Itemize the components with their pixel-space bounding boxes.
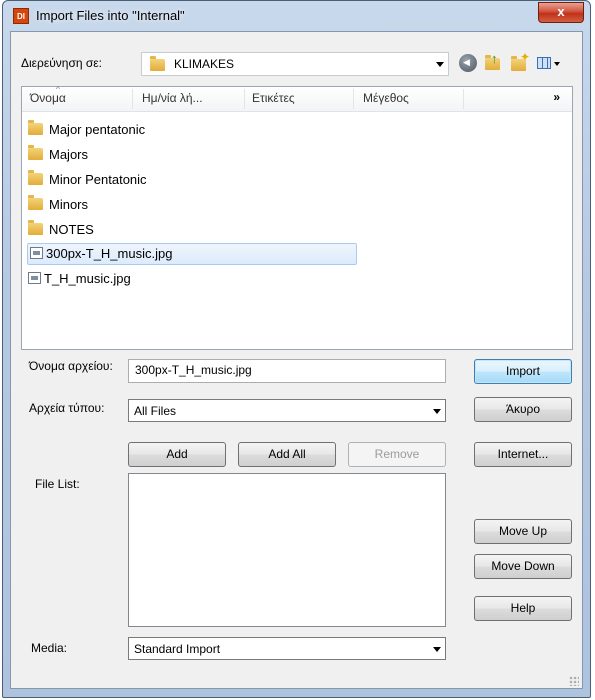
column-name[interactable]: Όνομα [30, 91, 66, 105]
folder-icon [28, 170, 43, 186]
resize-grip-icon[interactable] [569, 676, 579, 686]
item-label: T_H_music.jpg [44, 271, 131, 286]
list-header: Όνομα ^ Ημ/νία λή... Ετικέτες Μέγεθος » [22, 85, 572, 112]
list-item-folder[interactable]: Minors [28, 194, 88, 216]
grid-view-icon [537, 57, 551, 69]
chevron-down-icon [433, 408, 441, 414]
add-all-button[interactable]: Add All [238, 442, 336, 467]
dialog-title: Import Files into "Internal" [36, 8, 185, 23]
more-columns-icon[interactable]: » [553, 90, 560, 104]
arrow-up-icon: ↑ [491, 51, 498, 66]
image-file-icon [28, 272, 41, 285]
folder-icon [28, 145, 43, 161]
filename-label: Όνομα αρχείου: [29, 359, 113, 373]
dialog-body: Διερεύνηση σε: KLIMAKES ↑ ✦ Όνομα ^ Ημ/ν… [10, 31, 583, 689]
title-bar[interactable]: DI Import Files into "Internal" x [3, 1, 590, 31]
column-divider[interactable] [463, 89, 464, 109]
look-in-dropdown[interactable]: KLIMAKES [141, 52, 449, 76]
item-label: Major pentatonic [49, 122, 146, 137]
list-item-folder[interactable]: Major pentatonic [28, 119, 145, 141]
item-label: Minors [49, 197, 89, 212]
item-label: Minor Pentatonic [49, 172, 147, 187]
list-item-folder[interactable]: NOTES [28, 219, 94, 241]
chevron-down-icon [436, 62, 444, 67]
list-item-folder[interactable]: Minor Pentatonic [28, 169, 147, 191]
app-icon: DI [13, 8, 29, 24]
look-in-label: Διερεύνηση σε: [21, 56, 102, 70]
file-browser-list[interactable]: Όνομα ^ Ημ/νία λή... Ετικέτες Μέγεθος » … [21, 85, 573, 350]
filetype-dropdown[interactable]: All Files [128, 399, 446, 422]
column-divider[interactable] [244, 89, 245, 109]
media-value: Standard Import [134, 642, 221, 656]
column-divider[interactable] [353, 89, 354, 109]
sparkle-icon: ✦ [520, 50, 531, 64]
new-folder-icon[interactable]: ✦ [511, 50, 530, 72]
move-up-button[interactable]: Move Up [474, 519, 572, 544]
filename-field[interactable]: 300px-T_H_music.jpg [128, 359, 446, 383]
folder-icon [28, 195, 43, 211]
views-menu-icon[interactable] [537, 54, 561, 72]
media-label: Media: [31, 641, 68, 655]
folder-icon [28, 220, 43, 236]
image-file-icon [30, 247, 43, 260]
sort-caret-icon: ^ [56, 85, 60, 94]
chevron-down-icon [433, 646, 441, 652]
move-down-button[interactable]: Move Down [474, 554, 572, 579]
media-dropdown[interactable]: Standard Import [128, 637, 446, 660]
column-tags[interactable]: Ετικέτες [252, 91, 295, 105]
internet-button[interactable]: Internet... [474, 442, 572, 467]
add-button[interactable]: Add [128, 442, 226, 467]
list-item-file-selected[interactable]: 300px-T_H_music.jpg [27, 243, 357, 265]
list-item-folder[interactable]: Majors [28, 144, 88, 166]
remove-button[interactable]: Remove [348, 442, 446, 467]
look-in-value: KLIMAKES [174, 57, 235, 71]
item-label: Majors [49, 147, 89, 162]
file-list-label: File List: [35, 477, 80, 491]
import-button[interactable]: Import [474, 359, 572, 384]
filetype-label: Αρχεία τύπου: [29, 401, 105, 415]
item-label: NOTES [49, 222, 94, 237]
up-folder-icon[interactable]: ↑ [485, 51, 503, 72]
help-button[interactable]: Help [474, 596, 572, 621]
item-label: 300px-T_H_music.jpg [46, 246, 173, 261]
column-divider[interactable] [132, 89, 133, 109]
cancel-button[interactable]: Άκυρο [474, 397, 572, 422]
chevron-down-icon [554, 62, 560, 66]
import-dialog: DI Import Files into "Internal" x Διερεύ… [2, 0, 591, 698]
list-item-file[interactable]: T_H_music.jpg [28, 268, 131, 290]
column-date[interactable]: Ημ/νία λή... [142, 91, 203, 105]
import-file-list[interactable] [128, 473, 446, 627]
back-icon[interactable] [459, 54, 477, 72]
close-button[interactable]: x [538, 2, 584, 23]
folder-icon [150, 56, 165, 71]
column-size[interactable]: Μέγεθος [363, 91, 409, 105]
filetype-value: All Files [134, 404, 177, 418]
folder-icon [28, 120, 43, 136]
